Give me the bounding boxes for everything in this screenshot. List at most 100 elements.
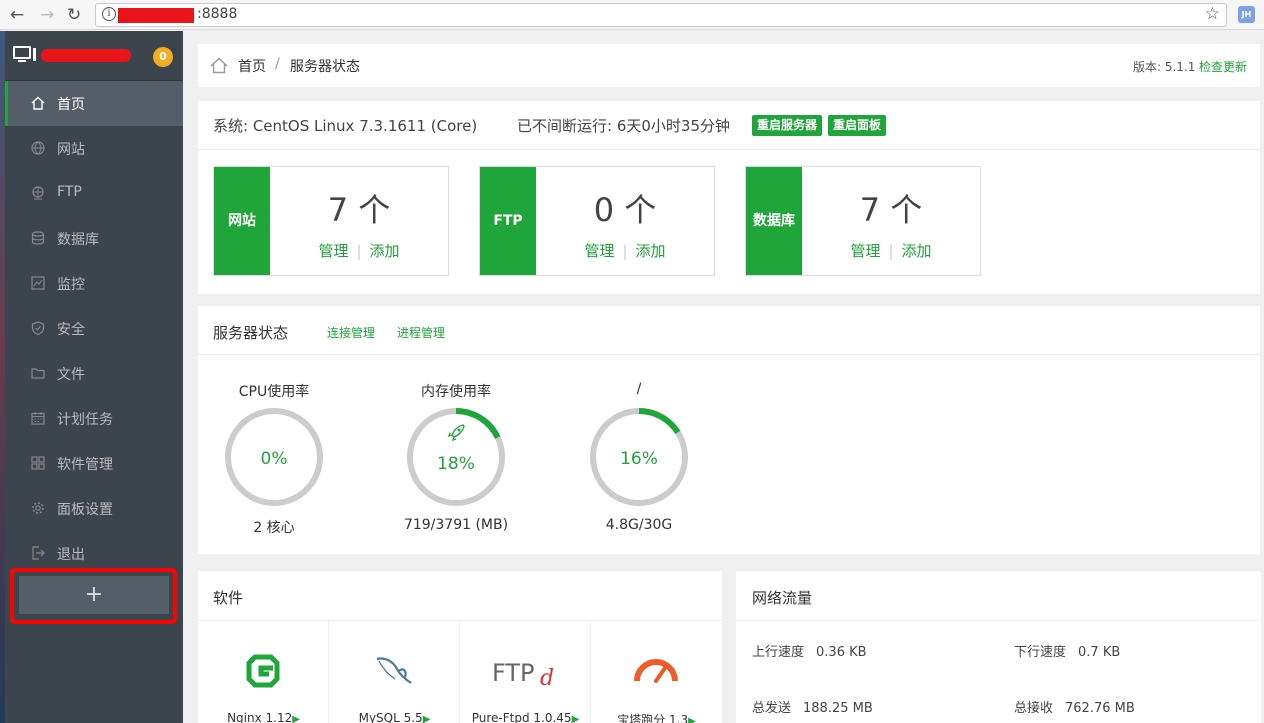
gauge-percent: 18%: [437, 454, 475, 474]
add-button-highlight: +: [10, 568, 177, 624]
redacted-host: [118, 8, 194, 23]
sidebar-item-label: 文件: [57, 367, 85, 383]
bookmark-star-icon[interactable]: ☆: [1205, 4, 1220, 24]
sidebar-item-database[interactable]: 数据库: [5, 216, 183, 261]
breadcrumb-separator: /: [275, 56, 280, 72]
nginx-icon: [228, 649, 298, 693]
breadcrumb-current: 服务器状态: [290, 59, 360, 75]
stat-card-database: 数据库 7 个 管理 | 添加: [745, 166, 981, 276]
notification-badge[interactable]: 0: [153, 47, 173, 67]
memory-gauge[interactable]: 内存使用率 18% 719/3791 (MB): [381, 381, 531, 541]
sidebar-item-label: 网站: [57, 142, 85, 158]
sidebar-item-settings[interactable]: 面板设置: [5, 486, 183, 531]
reload-icon[interactable]: ↻: [67, 5, 81, 25]
gauge-title: /: [636, 381, 642, 397]
browser-toolbar: ← → ↻ i :8888 ☆ JH: [0, 0, 1264, 30]
server-tower-icon: [33, 48, 36, 61]
stat-card-actions: 管理 | 添加: [850, 242, 932, 260]
sidebar-item-label: 计划任务: [57, 412, 113, 428]
sidebar-item-monitor[interactable]: 监控: [5, 261, 183, 306]
breadcrumb: 首页 / 服务器状态 版本: 5.1.1 检查更新: [198, 44, 1260, 87]
sidebar-item-ftp[interactable]: FTP: [5, 171, 183, 216]
connection-manage-link[interactable]: 连接管理: [327, 324, 375, 341]
stat-card-label: 数据库: [746, 167, 802, 275]
extension-icon[interactable]: JH: [1238, 6, 1255, 23]
restart-server-button[interactable]: 重启服务器: [752, 115, 823, 136]
sidebar-item-files[interactable]: 文件: [5, 351, 183, 396]
software-item[interactable]: FTP d Pure-Ftpd 1.0.45▶: [460, 621, 591, 723]
gauge-ring: 18%: [407, 408, 505, 506]
divider: [198, 354, 1260, 355]
restart-panel-button[interactable]: 重启面板: [828, 115, 887, 136]
stat-card-count: 7 个: [327, 191, 391, 229]
down-speed: 下行速度 0.7 KB: [1014, 645, 1121, 660]
software-item[interactable]: MySQL 5.5▶: [329, 621, 460, 723]
check-update-link[interactable]: 检查更新: [1199, 58, 1247, 75]
stat-card-label: FTP: [480, 167, 536, 275]
software-name: Nginx 1.12▶: [227, 711, 300, 723]
monitor-chart-icon: [31, 276, 45, 290]
gauge-detail: 719/3791 (MB): [403, 517, 509, 533]
cpu-gauge[interactable]: CPU使用率 0% 2 核心: [199, 381, 349, 541]
total-received: 总接收 762.76 MB: [1014, 701, 1135, 716]
svg-text:d: d: [540, 666, 554, 691]
uptime-info: 已不间断运行: 6天0小时35分钟: [517, 117, 730, 135]
sidebar-header: 0: [5, 31, 183, 81]
sidebar-item-cron[interactable]: 计划任务: [5, 396, 183, 441]
benchmark-icon: [621, 649, 691, 693]
stat-card-actions: 管理 | 添加: [318, 242, 400, 260]
sidebar: 0 首页 网站 FTP 数据库 监控 安全 文件 计划任务 软件管理 面板设置 …: [5, 31, 183, 723]
manage-link[interactable]: 管理: [584, 242, 614, 260]
add-link[interactable]: 添加: [902, 242, 932, 260]
redacted-server-name: [41, 49, 131, 62]
add-link[interactable]: 添加: [370, 242, 400, 260]
server-status-panel: 服务器状态 连接管理 进程管理 CPU使用率 0% 2 核心 内存使用率 18%…: [198, 306, 1260, 554]
shield-icon: [31, 321, 45, 335]
software-name: 宝塔跑分 1.3▶: [617, 713, 696, 723]
sidebar-item-label: 退出: [57, 547, 85, 563]
address-bar[interactable]: i :8888 ☆: [95, 3, 1227, 27]
sidebar-menu: 首页 网站 FTP 数据库 监控 安全 文件 计划任务 软件管理 面板设置 退出: [5, 81, 183, 576]
gauge-title: 内存使用率: [421, 384, 491, 400]
sidebar-item-label: 软件管理: [57, 457, 113, 473]
logout-icon: [31, 546, 45, 560]
system-info-panel: 系统: CentOS Linux 7.3.1611 (Core) 已不间断运行:…: [198, 101, 1260, 294]
total-sent: 总发送 188.25 MB: [752, 701, 873, 716]
ftpd-icon: FTP d: [490, 649, 560, 693]
gauge-title: CPU使用率: [238, 384, 310, 400]
sidebar-item-label: 监控: [57, 277, 85, 293]
sidebar-item-home[interactable]: 首页: [5, 81, 183, 126]
stat-card-label: 网站: [214, 167, 270, 275]
folder-icon: [31, 366, 45, 380]
stat-card-count: 7 个: [859, 191, 923, 229]
manage-link[interactable]: 管理: [850, 242, 880, 260]
sidebar-item-label: 数据库: [57, 232, 99, 248]
version-label: 版本: 5.1.1: [1133, 60, 1196, 74]
network-panel: 网络流量 上行速度 0.36 KB 下行速度 0.7 KB 总发送 188.25 MB…: [736, 571, 1261, 723]
sidebar-item-website[interactable]: 网站: [5, 126, 183, 171]
gauge-detail: 2 核心: [253, 520, 295, 536]
software-name: Pure-Ftpd 1.0.45▶: [471, 711, 580, 723]
software-item[interactable]: Nginx 1.12▶: [198, 621, 329, 723]
home-icon[interactable]: [210, 57, 228, 78]
gauge-ring: 0%: [225, 408, 323, 506]
site-info-icon[interactable]: i: [102, 7, 116, 21]
sidebar-item-security[interactable]: 安全: [5, 306, 183, 351]
software-item[interactable]: 宝塔跑分 1.3▶: [591, 621, 722, 723]
section-title: 服务器状态: [213, 324, 289, 342]
sidebar-item-software[interactable]: 软件管理: [5, 441, 183, 486]
process-manage-link[interactable]: 进程管理: [397, 324, 445, 341]
disk-gauge[interactable]: / 16% 4.8G/30G: [564, 381, 714, 541]
manage-link[interactable]: 管理: [318, 242, 348, 260]
up-speed: 上行速度 0.36 KB: [752, 645, 867, 660]
add-link[interactable]: 添加: [636, 242, 666, 260]
back-arrow-icon[interactable]: ←: [10, 5, 24, 25]
section-title: 软件: [213, 589, 244, 607]
breadcrumb-home-link[interactable]: 首页: [238, 56, 266, 76]
stat-card-ftp: FTP 0 个 管理 | 添加: [479, 166, 715, 276]
main-content: 首页 / 服务器状态 版本: 5.1.1 检查更新 系统: CentOS Lin…: [183, 31, 1264, 723]
add-shortcut-button[interactable]: +: [19, 576, 169, 614]
forward-arrow-icon[interactable]: →: [40, 5, 54, 25]
svg-text:FTP: FTP: [492, 659, 535, 687]
stat-card-count: 0 个: [593, 191, 657, 229]
